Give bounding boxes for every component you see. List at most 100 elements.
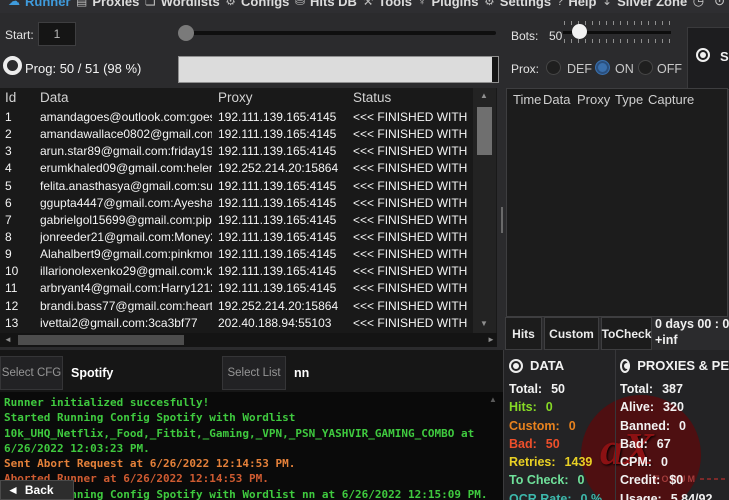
cell-data: gabrielgol15699@gmail.com:pipop — [40, 213, 212, 227]
menu-item-plugins[interactable]: ♆ Plugins — [418, 0, 479, 9]
menu-item-label: Configs — [241, 0, 289, 9]
scroll-left-icon[interactable]: ◄ — [4, 336, 12, 344]
start-slider-thumb[interactable] — [178, 25, 194, 41]
back-button[interactable]: ◄ Back — [0, 480, 74, 500]
bots-slider-ticks-bottom — [564, 39, 671, 43]
stats-panel: aX FORUM DATA Total: 50 Hits: 0 Custom: … — [503, 350, 729, 500]
vertical-scrollbar-thumb[interactable] — [477, 107, 492, 155]
tab-tocheck[interactable]: ToCheck — [601, 317, 652, 350]
stat-row: Usage: 5.84/92 — [620, 490, 729, 500]
table-row[interactable]: 13 ivettai2@gmail.com:3ca3bf77 202.40.18… — [0, 316, 473, 333]
column-header-status[interactable]: Status — [353, 90, 391, 105]
cell-status: <<< FINISHED WITH RES — [353, 161, 471, 175]
bots-slider-thumb[interactable] — [572, 24, 587, 39]
cell-status: <<< FINISHED WITH RES — [353, 299, 471, 313]
hits-table: Time Data Proxy Type Capture — [506, 88, 728, 317]
start-index-input[interactable]: 1 — [38, 22, 76, 46]
table-row[interactable]: 3 arun.star89@gmail.com:friday1989 192.1… — [0, 144, 473, 161]
tab-custom[interactable]: Custom — [544, 317, 599, 350]
horizontal-scrollbar-thumb[interactable] — [18, 335, 184, 345]
table-row[interactable]: 12 brandi.bass77@gmail.com:heart76 192.2… — [0, 299, 473, 316]
cell-status: <<< FINISHED WITH RES — [353, 179, 471, 193]
stat-label: Credit: — [620, 471, 660, 489]
column-header-proxy[interactable]: Proxy — [218, 90, 253, 105]
table-row[interactable]: 6 ggupta4447@gmail.com:Ayesha83 192.111.… — [0, 196, 473, 213]
menu-item-wordlists[interactable]: ❏ Wordlists — [145, 0, 220, 9]
prox-option-on[interactable]: ON — [615, 62, 634, 76]
scroll-up-icon[interactable]: ▲ — [480, 92, 488, 100]
column-header-proxy[interactable]: Proxy — [577, 92, 610, 107]
power-icon[interactable]: ⊙ — [714, 0, 725, 9]
bots-label: Bots: — [511, 29, 538, 43]
column-header-data[interactable]: Data — [543, 92, 570, 107]
splitter-handle-icon — [501, 207, 503, 233]
cell-id: 3 — [5, 144, 35, 158]
stat-label: Hits: — [509, 398, 537, 416]
table-row[interactable]: 9 Alahalbert9@gmail.com:pinkmoney 192.11… — [0, 247, 473, 264]
stat-row: Banned: 0 — [620, 417, 729, 435]
horizontal-scrollbar[interactable]: ◄ ► — [0, 333, 497, 347]
cell-data: ggupta4447@gmail.com:Ayesha83 — [40, 196, 212, 210]
scroll-up-icon[interactable]: ▲ — [489, 395, 497, 404]
menu-item-label: Proxies — [92, 0, 139, 9]
scroll-right-icon[interactable]: ► — [487, 336, 495, 344]
cloud-icon: ☁ — [8, 0, 20, 8]
start-button-panel[interactable]: S — [687, 27, 729, 90]
select-list-button[interactable]: Select List — [222, 356, 286, 390]
select-cfg-button[interactable]: Select CFG — [0, 356, 63, 390]
stat-value: $0 — [669, 471, 683, 489]
column-header-time[interactable]: Time — [513, 92, 541, 107]
cell-status: <<< FINISHED WITH RES — [353, 127, 471, 141]
cell-proxy: 192.111.139.165:4145 — [218, 196, 346, 210]
menu-item-silver-zone[interactable]: ↧ Silver Zone — [602, 0, 687, 9]
tab-hits[interactable]: Hits — [505, 317, 542, 350]
back-button-label: Back — [25, 483, 54, 497]
clock-icon[interactable]: ◷ — [693, 0, 704, 9]
table-row[interactable]: 1 amandagoes@outlook.com:goes88 192.111.… — [0, 110, 473, 127]
help-icon: ? — [557, 0, 564, 8]
cell-status: <<< FINISHED WITH RES — [353, 264, 471, 278]
table-row[interactable]: 11 arbryant4@gmail.com:Harry1212! 192.11… — [0, 281, 473, 298]
menu-item-settings[interactable]: ⚙ Settings — [484, 0, 551, 9]
cell-proxy: 192.111.139.165:4145 — [218, 264, 346, 278]
stat-label: CPM: — [620, 453, 652, 471]
table-row[interactable]: 2 amandawallace0802@gmail.com:am 192.111… — [0, 127, 473, 144]
menu-item-tools[interactable]: ⚒ Tools — [363, 0, 412, 9]
stat-row: To Check: 0 — [509, 471, 613, 489]
table-row[interactable]: 4 erumkhaled09@gmail.com:helenite 192.25… — [0, 161, 473, 178]
column-header-id[interactable]: Id — [5, 90, 16, 105]
cell-id: 13 — [5, 316, 35, 330]
cell-proxy: 192.111.139.165:4145 — [218, 230, 346, 244]
table-row[interactable]: 5 felita.anasthasya@gmail.com:sukac 192.… — [0, 179, 473, 196]
log-console[interactable]: Runner initialized succesfully!Started R… — [0, 392, 503, 500]
menu-item-label: Settings — [500, 0, 551, 9]
menu-item-runner[interactable]: ☁ Runner — [8, 0, 71, 9]
scroll-down-icon[interactable]: ▼ — [480, 320, 488, 328]
data-stats-section: DATA Total: 50 Hits: 0 Custom: 0 Bad: 50… — [509, 358, 613, 500]
menu-item-proxies[interactable]: ▤ Proxies — [76, 0, 139, 9]
data-ring-icon — [509, 359, 523, 373]
cell-proxy: 192.252.214.20:15864 — [218, 299, 346, 313]
stat-value: 5.84/92 — [671, 490, 713, 500]
start-slider-track[interactable] — [180, 31, 496, 35]
prox-radio-def[interactable] — [546, 60, 561, 75]
prox-option-def[interactable]: DEF — [567, 62, 592, 76]
vertical-scrollbar[interactable]: ▲ ▼ — [473, 88, 496, 333]
column-header-type[interactable]: Type — [615, 92, 643, 107]
start-label: Start: — [5, 28, 34, 42]
proxies-stats-title: PROXIES & PE — [637, 358, 729, 373]
prox-radio-on[interactable] — [595, 60, 610, 75]
column-header-data[interactable]: Data — [40, 90, 69, 105]
table-row[interactable]: 7 gabrielgol15699@gmail.com:pipop 192.11… — [0, 213, 473, 230]
cell-status: <<< FINISHED WITH RES — [353, 281, 471, 295]
table-row[interactable]: 8 jonreeder21@gmail.com:Money21! 192.111… — [0, 230, 473, 247]
progress-radio-icon — [3, 56, 22, 75]
menu-item-configs[interactable]: ⚙ Configs — [225, 0, 289, 9]
table-row[interactable]: 10 illarionolexenko29@gmail.com:kasi 192… — [0, 264, 473, 281]
prox-radio-off[interactable] — [638, 60, 653, 75]
column-header-capture[interactable]: Capture — [648, 92, 694, 107]
log-line: Aborted Runner at 6/26/2022 12:14:53 PM. — [4, 471, 503, 486]
prox-option-off[interactable]: OFF — [657, 62, 682, 76]
menu-item-help[interactable]: ? Help — [557, 0, 597, 9]
menu-item-hits-db[interactable]: ⛁ Hits DB — [295, 0, 357, 9]
